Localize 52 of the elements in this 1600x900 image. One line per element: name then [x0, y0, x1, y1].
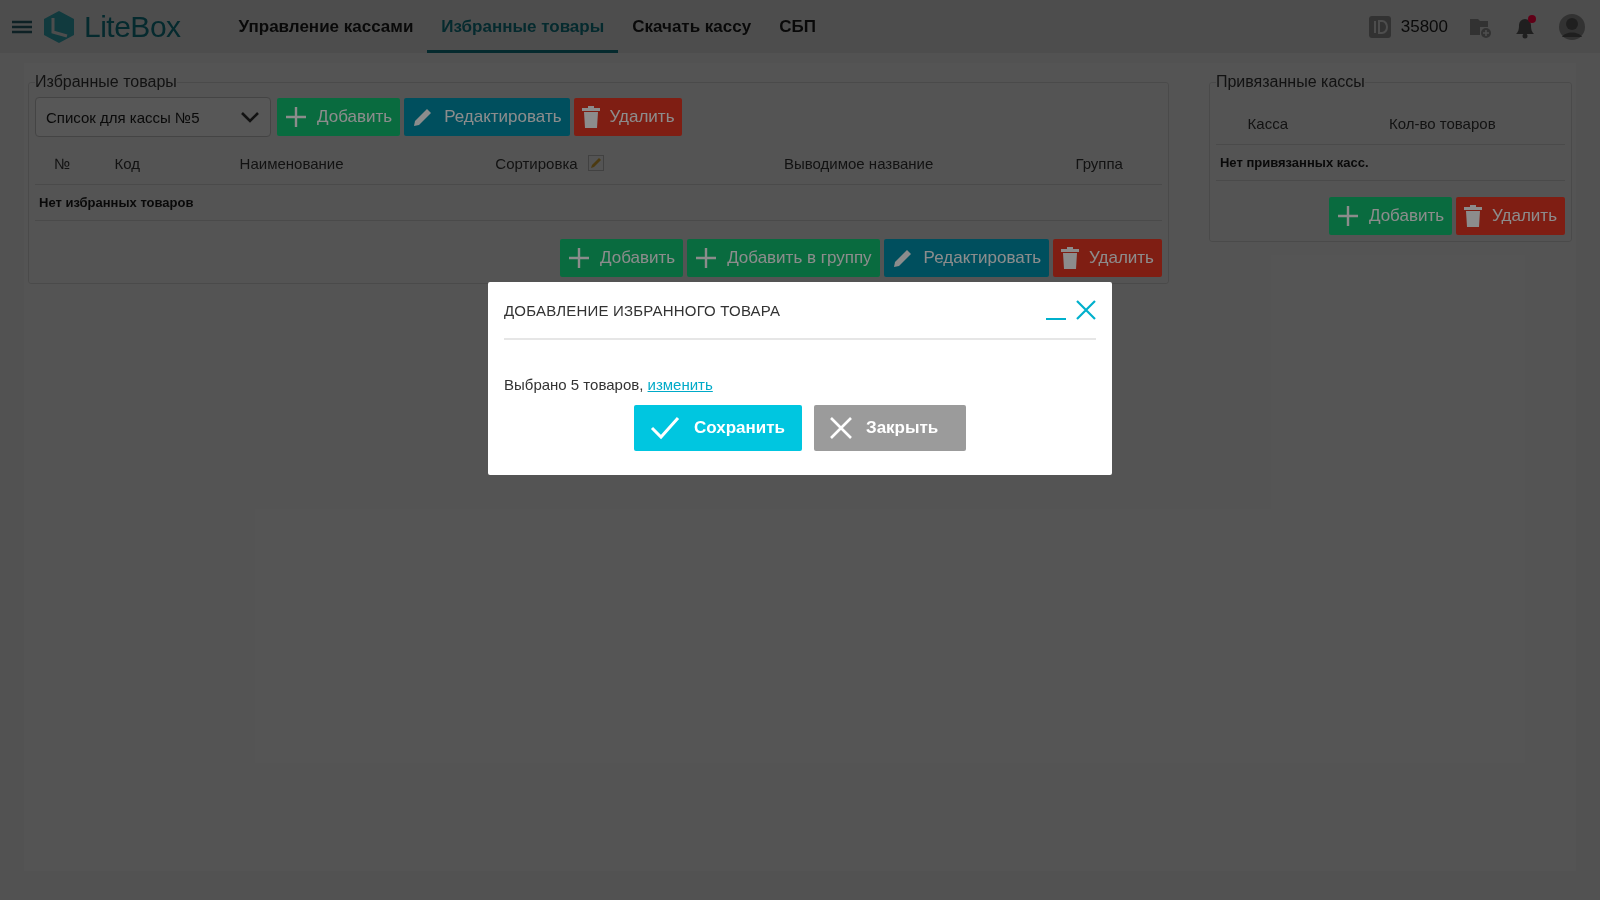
close-button[interactable]: Закрыть — [814, 405, 966, 451]
column-header: Код — [89, 143, 166, 185]
empty-message: Нет избранных товаров — [35, 184, 1162, 221]
panel-title: Привязанные кассы — [1215, 73, 1365, 91]
account-id: 35800 — [1400, 16, 1448, 37]
plus-icon — [1336, 205, 1359, 227]
column-header: Касса — [1215, 103, 1320, 145]
trash-icon — [1061, 247, 1080, 269]
add-button[interactable]: Добавить — [277, 98, 401, 136]
change-link[interactable]: изменить — [647, 376, 713, 393]
add-button[interactable]: Добавить в группу — [687, 239, 880, 277]
dialog-title: ДОБАВЛЕНИЕ ИЗБРАННОГО ТОВАРА — [504, 301, 781, 319]
user-avatar-icon[interactable] — [1558, 12, 1586, 41]
column-header: Сортировка — [418, 143, 681, 185]
empty-message: Нет привязанных касс. — [1215, 144, 1565, 181]
column-header: Наименование — [165, 143, 419, 185]
trash-icon — [1464, 205, 1483, 227]
column-header: Кол-во товаров — [1319, 103, 1565, 145]
trash-icon — [581, 106, 600, 128]
column-header: Группа — [1036, 143, 1162, 185]
id-icon — [1368, 15, 1391, 38]
column-header: № — [35, 143, 90, 185]
plus-icon — [695, 247, 718, 269]
check-icon — [650, 416, 680, 440]
list-select[interactable]: Список для кассы №5 — [35, 97, 271, 137]
nav-tab[interactable]: Управление кассами — [224, 0, 428, 53]
nav-tab[interactable]: Избранные товары — [427, 0, 619, 53]
nav-tab[interactable]: Скачать кассу — [618, 0, 766, 53]
delete-button[interactable]: Удалить — [1456, 197, 1565, 235]
selection-message: Выбрано 5 товаров, изменить — [504, 376, 714, 393]
logo-text: LiteBox — [84, 9, 181, 44]
edit-button[interactable]: Редактировать — [404, 98, 570, 136]
logo-icon — [42, 9, 76, 44]
panel-title: Избранные товары — [35, 73, 177, 91]
close-button[interactable] — [1076, 300, 1096, 320]
add-button[interactable]: Добавить — [1328, 197, 1453, 235]
edit-button[interactable]: Редактировать — [883, 239, 1050, 277]
menu-icon[interactable] — [12, 19, 32, 34]
add-button[interactable]: Добавить — [560, 239, 684, 277]
plus-icon — [285, 106, 307, 128]
chevron-down-icon — [240, 111, 260, 123]
pencil-icon — [891, 247, 914, 269]
delete-button[interactable]: Удалить — [573, 98, 683, 136]
save-button[interactable]: Сохранить — [634, 405, 802, 451]
delete-button[interactable]: Удалить — [1053, 239, 1162, 277]
nav-tab[interactable]: СБП — [765, 0, 830, 53]
close-icon — [830, 417, 852, 439]
pencil-icon[interactable] — [587, 155, 604, 171]
close-icon — [1076, 300, 1096, 320]
column-header: Выводимое название — [680, 143, 1037, 185]
plus-icon — [568, 247, 590, 269]
minimize-icon — [1046, 318, 1066, 320]
